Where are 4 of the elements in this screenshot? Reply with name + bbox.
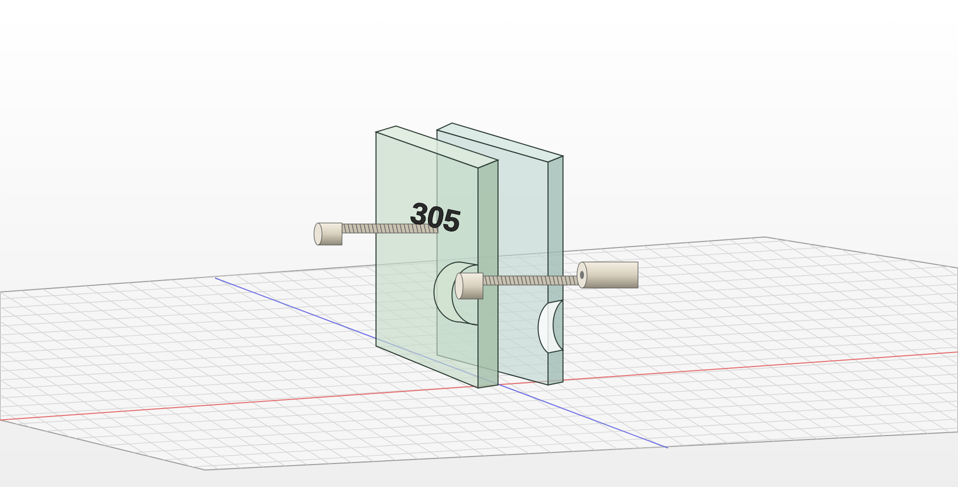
engraved-number: 305 xyxy=(408,196,464,240)
standoff xyxy=(576,262,638,288)
standoff xyxy=(314,222,342,246)
spacer xyxy=(454,272,484,300)
